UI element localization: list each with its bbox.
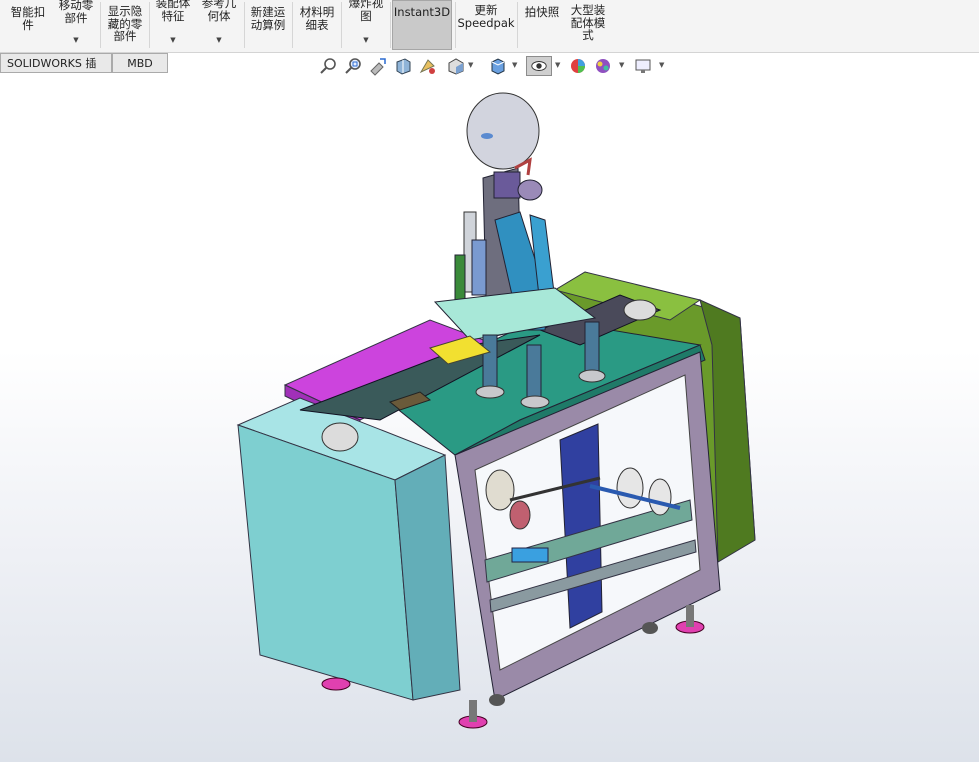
move-component-button[interactable]: 移动零 部件 ▼: [53, 0, 99, 50]
exploded-view-button[interactable]: 爆炸视 图 ▼: [343, 0, 389, 50]
chevron-down-icon[interactable]: ▼: [73, 34, 78, 47]
command-manager-ribbon: 智能扣 件 移动零 部件 ▼ 显示隐 藏的零 部件 装配体 特征 ▼ 参考几 何…: [0, 0, 979, 53]
large-assembly-mode-label: 大型装 配体模 式: [570, 3, 606, 42]
caster-wheel: [642, 622, 658, 634]
ribbon-separator: [390, 2, 391, 48]
saw-blade-wheel: [648, 478, 672, 516]
dynamic-annotation-icon[interactable]: [418, 56, 438, 76]
instant3d-label: Instant3D: [393, 5, 451, 19]
round-disc-motor: [466, 92, 540, 170]
tab-solidworks-addins[interactable]: SOLIDWORKS 插件: [0, 53, 112, 90]
sprocket-wheel: [623, 299, 657, 321]
apply-scene-icon[interactable]: [593, 56, 613, 76]
belt-pulley: [509, 500, 531, 530]
view-settings-icon[interactable]: [633, 56, 653, 76]
gear-motor: [493, 171, 521, 199]
drive-motor: [485, 469, 515, 511]
zoom-to-area-icon[interactable]: [343, 56, 363, 76]
ribbon-separator: [292, 2, 293, 48]
ribbon-separator: [100, 2, 101, 48]
large-assembly-mode-button[interactable]: 大型装 配体模 式: [564, 0, 612, 50]
support-column: [584, 321, 600, 378]
chevron-down-icon[interactable]: ▼: [363, 34, 368, 47]
hide-show-items-icon[interactable]: [526, 56, 552, 76]
update-speedpak-label: 更新 Speedpak: [457, 3, 515, 30]
tab-mbd[interactable]: MBD: [112, 53, 168, 73]
foot-stem: [469, 700, 477, 722]
chevron-down-icon[interactable]: ▼: [170, 34, 175, 47]
edit-appearance-icon[interactable]: [568, 56, 588, 76]
chevron-down-icon[interactable]: ▼: [512, 61, 517, 69]
bill-of-materials-button[interactable]: 材料明 细表: [294, 0, 340, 50]
new-motion-study-button[interactable]: 新建运 动算例: [245, 0, 291, 50]
ribbon-separator: [341, 2, 342, 48]
zoom-to-fit-icon[interactable]: [318, 56, 338, 76]
chevron-down-icon[interactable]: ▼: [619, 61, 624, 69]
take-snapshot-button[interactable]: 拍快照: [519, 0, 565, 50]
column-base: [475, 385, 505, 399]
chevron-down-icon[interactable]: ▼: [659, 61, 664, 69]
previous-view-icon[interactable]: [368, 56, 388, 76]
column-base: [520, 395, 550, 409]
smart-fasteners-button[interactable]: 智能扣 件: [4, 0, 52, 50]
reference-geometry-label: 参考几 何体: [201, 0, 237, 23]
leveling-foot: [321, 677, 351, 691]
ribbon-separator: [455, 2, 456, 48]
saw-blade-wheel: [616, 467, 644, 509]
sprocket-wheel: [321, 422, 359, 452]
show-hidden-components-button[interactable]: 显示隐 藏的零 部件: [102, 0, 148, 50]
cylinder-sensor: [454, 254, 466, 301]
gear-motor-cap: [517, 179, 543, 201]
caster-wheel: [489, 694, 505, 706]
chevron-down-icon[interactable]: ▼: [468, 61, 473, 69]
instant3d-button[interactable]: Instant3D: [392, 0, 452, 50]
view-orientation-icon[interactable]: [446, 56, 466, 76]
exploded-view-label: 爆炸视 图: [348, 0, 384, 23]
move-component-label: 移动零 部件: [58, 0, 94, 25]
smart-fasteners-label: 智能扣 件: [10, 5, 46, 32]
show-hidden-components-label: 显示隐 藏的零 部件: [107, 4, 143, 43]
chevron-down-icon[interactable]: ▼: [555, 61, 560, 69]
assembly-features-label: 装配体 特征: [155, 0, 191, 23]
display-style-icon[interactable]: [488, 56, 508, 76]
graphics-viewport[interactable]: [0, 76, 979, 762]
update-speedpak-button[interactable]: 更新 Speedpak: [457, 0, 515, 50]
take-snapshot-label: 拍快照: [524, 5, 560, 19]
assembly-model-view[interactable]: [0, 76, 979, 762]
new-motion-study-label: 新建运 动算例: [250, 5, 286, 32]
column-base: [578, 369, 606, 383]
disc-shaft: [481, 133, 493, 139]
reference-geometry-button[interactable]: 参考几 何体 ▼: [196, 0, 242, 50]
blue-slider-block: [511, 547, 549, 563]
section-view-icon[interactable]: [393, 56, 413, 76]
bill-of-materials-label: 材料明 细表: [299, 5, 335, 32]
guide-rod: [471, 239, 487, 296]
ribbon-separator: [517, 2, 518, 48]
chevron-down-icon[interactable]: ▼: [216, 34, 221, 47]
assembly-features-button[interactable]: 装配体 特征 ▼: [150, 0, 196, 50]
foot-stem: [686, 605, 694, 627]
